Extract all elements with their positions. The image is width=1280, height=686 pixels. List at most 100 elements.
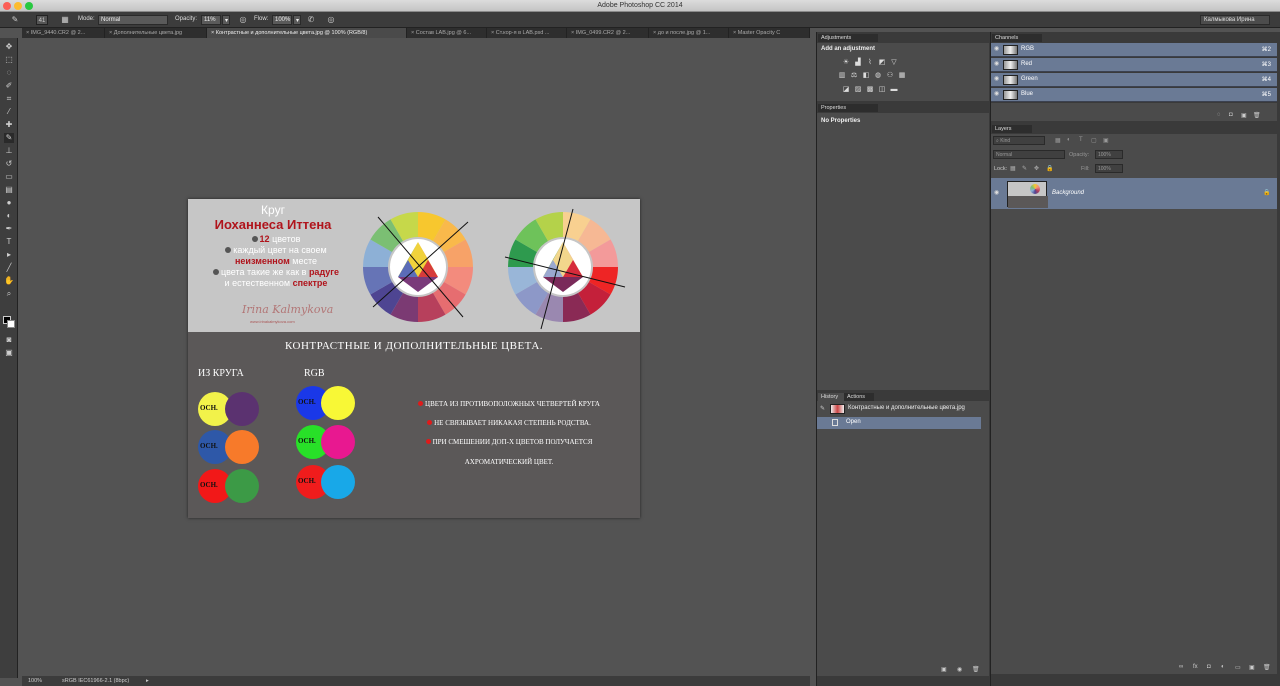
eye-icon[interactable]: ◉ (994, 190, 1001, 197)
opacity-field[interactable]: 11% (201, 15, 221, 25)
background-color-swatch[interactable] (7, 320, 15, 328)
hue-saturation-icon[interactable]: ▥ (838, 72, 846, 80)
airbrush-icon[interactable]: ✆ (306, 15, 316, 25)
history-step-open[interactable]: Open (817, 417, 981, 429)
hand-tool-icon[interactable]: ✋ (4, 276, 14, 286)
canvas-area[interactable]: Круг Иоханнеса Иттена 12 цветов каждый ц… (22, 38, 810, 678)
eye-icon[interactable]: ◉ (994, 76, 1001, 83)
channel-mixer-icon[interactable]: ⚇ (886, 72, 894, 80)
invert-icon[interactable]: ◪ (842, 86, 850, 94)
flow-field[interactable]: 100% (272, 15, 292, 25)
brush-source-icon[interactable]: ✎ (820, 405, 825, 412)
layer-opacity-field[interactable]: 100% (1095, 150, 1123, 159)
gradient-map-icon[interactable]: ▬ (890, 86, 898, 94)
history-snapshot[interactable]: ✎ Контрастные и дополнительные цвета.jpg (817, 402, 989, 416)
eraser-tool-icon[interactable]: ▭ (4, 172, 14, 182)
filter-smart-icon[interactable]: ▣ (1103, 137, 1109, 144)
new-adjustment-layer-icon[interactable]: ◐ (1221, 664, 1225, 670)
new-group-icon[interactable]: ▭ (1235, 664, 1241, 671)
quick-mask-icon[interactable]: ◙ (4, 335, 14, 345)
black-white-icon[interactable]: ◧ (862, 72, 870, 80)
save-selection-icon[interactable]: ◘ (1229, 112, 1233, 118)
doc-tab[interactable]: × до и после.jpg @ 1... (649, 28, 729, 38)
opacity-dropdown[interactable]: ▾ (222, 15, 230, 25)
tab-properties[interactable]: Properties (818, 104, 878, 112)
color-profile[interactable]: sRGB IEC61966-2.1 (8bpc) (62, 678, 129, 684)
channel-row-green[interactable]: ◉ Green ⌘4 (991, 73, 1277, 87)
levels-icon[interactable]: ▟ (854, 59, 862, 67)
zoom-tool-icon[interactable]: ⌕ (4, 289, 14, 299)
eyedropper-tool-icon[interactable]: ⁄ (4, 107, 14, 117)
channel-row-red[interactable]: ◉ Red ⌘3 (991, 58, 1277, 72)
zoom-level[interactable]: 100% (28, 678, 42, 684)
gradient-tool-icon[interactable]: ▤ (4, 185, 14, 195)
doc-tab[interactable]: × Состав LAB.jpg @ 6... (407, 28, 487, 38)
add-mask-icon[interactable]: ◘ (1207, 664, 1211, 670)
layer-row-background[interactable]: ◉ Background 🔒 (991, 178, 1277, 209)
lock-position-icon[interactable]: ✥ (1034, 165, 1039, 172)
link-layers-icon[interactable]: ∞ (1179, 664, 1183, 670)
selective-color-icon[interactable]: ◫ (878, 86, 886, 94)
brush-preset-picker[interactable]: 41 (36, 15, 48, 25)
stamp-tool-icon[interactable]: ⊥ (4, 146, 14, 156)
shape-tool-icon[interactable]: ╱ (4, 263, 14, 273)
status-menu-arrow-icon[interactable]: ▸ (146, 678, 149, 684)
load-selection-icon[interactable]: ◌ (1217, 112, 1221, 118)
new-document-from-state-icon[interactable]: ▣ (941, 666, 947, 673)
healing-tool-icon[interactable]: ✚ (4, 120, 14, 130)
vibrance-icon[interactable]: ▽ (890, 59, 898, 67)
pressure-opacity-icon[interactable]: ◎ (238, 15, 248, 25)
lasso-tool-icon[interactable]: ◌ (4, 68, 14, 78)
eye-icon[interactable]: ◉ (994, 61, 1001, 68)
filter-shape-icon[interactable]: ▢ (1091, 137, 1097, 144)
new-layer-icon[interactable]: ▣ (1249, 664, 1255, 671)
doc-tab[interactable]: × IMG_0499.CR2 @ 2... (567, 28, 649, 38)
tab-history[interactable]: History (818, 393, 844, 401)
doc-tab[interactable]: × Ст.кор-я в LAB.psd ... (487, 28, 567, 38)
pen-tool-icon[interactable]: ✒ (4, 224, 14, 234)
channel-row-blue[interactable]: ◉ Blue ⌘5 (991, 88, 1277, 102)
tab-layers[interactable]: Layers (992, 125, 1032, 133)
doc-tab[interactable]: × Master Opacity C (729, 28, 810, 38)
dodge-tool-icon[interactable]: ◐ (4, 211, 14, 221)
tab-adjustments[interactable]: Adjustments (818, 34, 878, 42)
crop-tool-icon[interactable]: ⌗ (4, 94, 14, 104)
exposure-icon[interactable]: ◩ (878, 59, 886, 67)
flow-dropdown[interactable]: ▾ (293, 15, 301, 25)
history-brush-tool-icon[interactable]: ↺ (4, 159, 14, 169)
new-snapshot-icon[interactable]: ◉ (957, 666, 962, 673)
delete-channel-icon[interactable]: 🗑 (1253, 112, 1261, 119)
filter-pixel-icon[interactable]: ▦ (1055, 137, 1061, 144)
screen-mode-icon[interactable]: ▣ (4, 348, 14, 358)
layer-filter-select[interactable]: ⌕ Kind (993, 136, 1045, 145)
new-channel-icon[interactable]: ▣ (1241, 112, 1247, 119)
eye-icon[interactable]: ◉ (994, 91, 1001, 98)
doc-tab[interactable]: × IMG_9440.CR2 @ 2... (22, 28, 105, 38)
delete-state-icon[interactable]: 🗑 (972, 666, 980, 673)
doc-tab[interactable]: × Дополнительные цвета.jpg (105, 28, 207, 38)
channel-row-rgb[interactable]: ◉ RGB ⌘2 (991, 43, 1277, 57)
photo-filter-icon[interactable]: ◍ (874, 72, 882, 80)
threshold-icon[interactable]: ▩ (866, 86, 874, 94)
lock-pixels-icon[interactable]: ✎ (1022, 165, 1027, 172)
lock-transparent-icon[interactable]: ▦ (1010, 165, 1016, 172)
type-tool-icon[interactable]: T (4, 237, 14, 247)
pressure-size-icon[interactable]: ◎ (326, 15, 336, 25)
brush-tool-icon[interactable]: ✎ (10, 15, 20, 25)
color-lookup-icon[interactable]: ▦ (898, 72, 906, 80)
path-select-tool-icon[interactable]: ▸ (4, 250, 14, 260)
tab-channels[interactable]: Channels (992, 34, 1042, 42)
layer-style-icon[interactable]: fx (1193, 664, 1198, 670)
delete-layer-icon[interactable]: 🗑 (1263, 664, 1271, 671)
fill-field[interactable]: 100% (1095, 164, 1123, 173)
tab-actions[interactable]: Actions (844, 393, 874, 401)
eye-icon[interactable]: ◉ (994, 46, 1001, 53)
filter-adjustment-icon[interactable]: ◐ (1067, 137, 1071, 143)
brush-panel-icon[interactable]: ▦ (60, 15, 70, 25)
mode-select[interactable]: Normal (98, 15, 168, 25)
marquee-tool-icon[interactable]: ⬚ (4, 55, 14, 65)
brush-tool-icon[interactable]: ✎ (4, 133, 14, 143)
move-tool-icon[interactable]: ✥ (4, 42, 14, 52)
doc-tab-active[interactable]: × Контрастные и дополнительные цвета.jpg… (207, 28, 407, 38)
brightness-icon[interactable]: ☀ (842, 59, 850, 67)
